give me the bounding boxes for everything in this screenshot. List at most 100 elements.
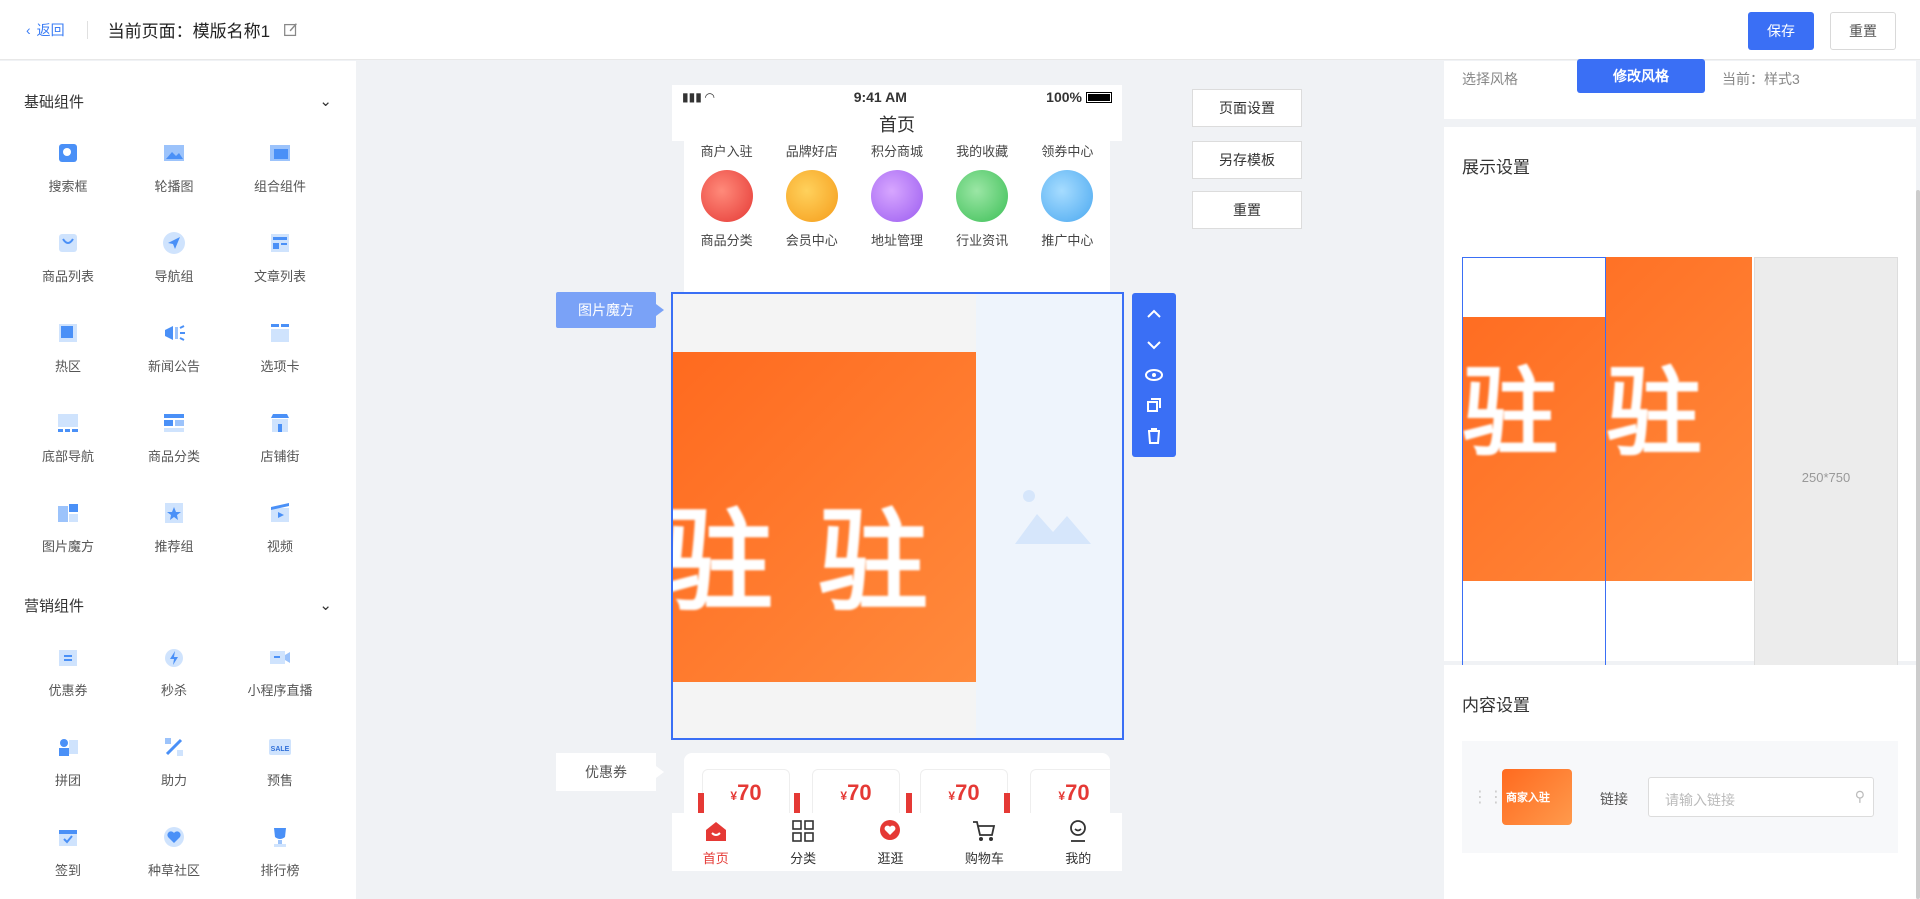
- image-icon: [164, 144, 184, 161]
- coupon-card: ¥70: [1030, 769, 1110, 813]
- chevron-down-icon: ⌄: [319, 93, 332, 110]
- tab-category[interactable]: 分类: [790, 818, 816, 867]
- page-title: 当前页面：模版名称1: [107, 22, 271, 41]
- bottom-nav-icon: [58, 413, 78, 432]
- member-icon: [785, 170, 838, 222]
- star-icon: [165, 502, 183, 523]
- component-image-cube[interactable]: 图片魔方: [15, 481, 121, 571]
- combo-icon: [270, 144, 290, 161]
- trash-icon[interactable]: [1144, 426, 1164, 446]
- component-recommend[interactable]: 推荐组: [121, 481, 227, 571]
- back-link[interactable]: ‹ 返回: [26, 20, 65, 40]
- article-icon: [271, 233, 289, 252]
- component-label: 秒杀: [160, 682, 187, 698]
- drag-handle-icon[interactable]: ⋮⋮: [1472, 787, 1504, 807]
- component-coupon[interactable]: 优惠券: [15, 625, 121, 715]
- component-label: 助力: [160, 772, 187, 788]
- component-ranking[interactable]: 排行榜: [227, 805, 333, 895]
- coupon-value: 70: [847, 780, 872, 805]
- change-style-button[interactable]: 修改风格: [1577, 59, 1705, 93]
- link-input[interactable]: 请输入链接 ⚲: [1648, 777, 1874, 817]
- component-carousel[interactable]: 轮播图: [121, 121, 227, 211]
- tab-explore[interactable]: 逛逛: [877, 818, 903, 867]
- basic-components-grid: 搜索框 轮播图 组合组件 商品列表 导航组 文章列表 热区 新闻公告 选项卡 底…: [0, 121, 356, 571]
- image-cube-tag[interactable]: 图片魔方: [556, 292, 664, 328]
- coupon-edge: [1004, 793, 1010, 813]
- component-live[interactable]: 小程序直播: [227, 625, 333, 715]
- component-label: 导航组: [154, 268, 194, 284]
- component-label: 小程序直播: [247, 682, 313, 698]
- tab-mine[interactable]: 我的: [1065, 818, 1091, 867]
- nav-row-bottom: 商品分类 会员中心 地址管理 行业资讯 推广中心: [684, 170, 1110, 249]
- component-news[interactable]: 新闻公告: [121, 301, 227, 391]
- nav-item[interactable]: 商品分类: [687, 170, 767, 249]
- sale-icon: SALE: [269, 738, 291, 755]
- reset-canvas-button[interactable]: 重置: [1192, 191, 1302, 229]
- component-label: 预售: [266, 772, 293, 788]
- link-placeholder: 请输入链接: [1665, 792, 1735, 808]
- cube-slot-empty[interactable]: 250*750: [1754, 257, 1898, 697]
- page-settings-button[interactable]: 页面设置: [1192, 89, 1302, 127]
- image-cube-block[interactable]: 驻 驻: [671, 292, 1124, 740]
- move-up-icon[interactable]: [1144, 304, 1164, 324]
- coupon-block[interactable]: ¥70 ¥70 ¥70 ¥70: [684, 753, 1110, 813]
- save-button[interactable]: 保存: [1748, 12, 1814, 50]
- move-down-icon[interactable]: [1144, 335, 1164, 355]
- coupon-value: 70: [737, 780, 762, 805]
- component-label: 店铺街: [260, 448, 300, 464]
- nav-item[interactable]: 地址管理: [857, 170, 937, 249]
- scrollbar[interactable]: [1916, 190, 1920, 899]
- component-combo[interactable]: 组合组件: [227, 121, 333, 211]
- coupon-edge: [906, 793, 912, 813]
- chat-heart-icon: [880, 819, 901, 840]
- component-bottom-nav[interactable]: 底部导航: [15, 391, 121, 481]
- copy-icon[interactable]: [1144, 395, 1164, 415]
- coupon-card: ¥70: [920, 769, 1008, 813]
- style-card: 选择风格 修改风格 当前：样式3: [1444, 59, 1916, 119]
- nav-item[interactable]: 推广中心: [1027, 170, 1107, 249]
- search-icon: [59, 143, 77, 162]
- tab-home[interactable]: 首页: [703, 818, 729, 867]
- component-shop-street[interactable]: 店铺街: [227, 391, 333, 481]
- component-nav-group[interactable]: 导航组: [121, 211, 227, 301]
- component-search[interactable]: 搜索框: [15, 121, 121, 211]
- nav-item-label: 领券中心: [1041, 144, 1094, 159]
- component-goods-list[interactable]: 商品列表: [15, 211, 121, 301]
- component-tabs[interactable]: 选项卡: [227, 301, 333, 391]
- component-checkin[interactable]: 签到: [15, 805, 121, 895]
- content-thumbnail[interactable]: 商家入驻: [1502, 769, 1572, 825]
- component-group-buy[interactable]: 拼团: [15, 715, 121, 805]
- edit-icon[interactable]: [282, 21, 300, 39]
- component-label: 视频: [266, 538, 293, 554]
- banner-image: 驻 驻: [673, 352, 976, 682]
- nav-item[interactable]: 会员中心: [772, 170, 852, 249]
- component-video[interactable]: 视频: [227, 481, 333, 571]
- tab-label: 分类: [790, 850, 817, 866]
- eye-icon[interactable]: [1144, 365, 1164, 385]
- marketing-section-header[interactable]: 营销组件 ⌄: [0, 585, 356, 625]
- tab-cart[interactable]: 购物车: [965, 818, 1004, 867]
- location-icon: [870, 170, 923, 222]
- nav-item-label: 行业资讯: [956, 233, 1009, 248]
- nav-item[interactable]: 行业资讯: [942, 170, 1022, 249]
- component-flash-sale[interactable]: 秒杀: [121, 625, 227, 715]
- current-style: 当前：样式3: [1722, 71, 1800, 87]
- coupon-tag[interactable]: 优惠券: [556, 753, 664, 791]
- component-label: 优惠券: [48, 682, 88, 698]
- nav-item-label: 会员中心: [785, 233, 838, 248]
- component-hotspot[interactable]: 热区: [15, 301, 121, 391]
- reset-button[interactable]: 重置: [1830, 12, 1896, 50]
- component-community[interactable]: 种草社区: [121, 805, 227, 895]
- component-presale[interactable]: SALE 预售: [227, 715, 333, 805]
- navigation-icon: [163, 231, 185, 254]
- bag-icon: [59, 233, 77, 252]
- cube-slot-selected[interactable]: [1462, 257, 1606, 697]
- component-article-list[interactable]: 文章列表: [227, 211, 333, 301]
- component-assist[interactable]: 助力: [121, 715, 227, 805]
- save-template-button[interactable]: 另存模板: [1192, 141, 1302, 179]
- link-icon[interactable]: ⚲: [1855, 788, 1865, 805]
- divider: [86, 20, 88, 39]
- banner-text: 驻: [673, 501, 773, 624]
- basic-section-header[interactable]: 基础组件 ⌄: [0, 81, 356, 121]
- component-category[interactable]: 商品分类: [121, 391, 227, 481]
